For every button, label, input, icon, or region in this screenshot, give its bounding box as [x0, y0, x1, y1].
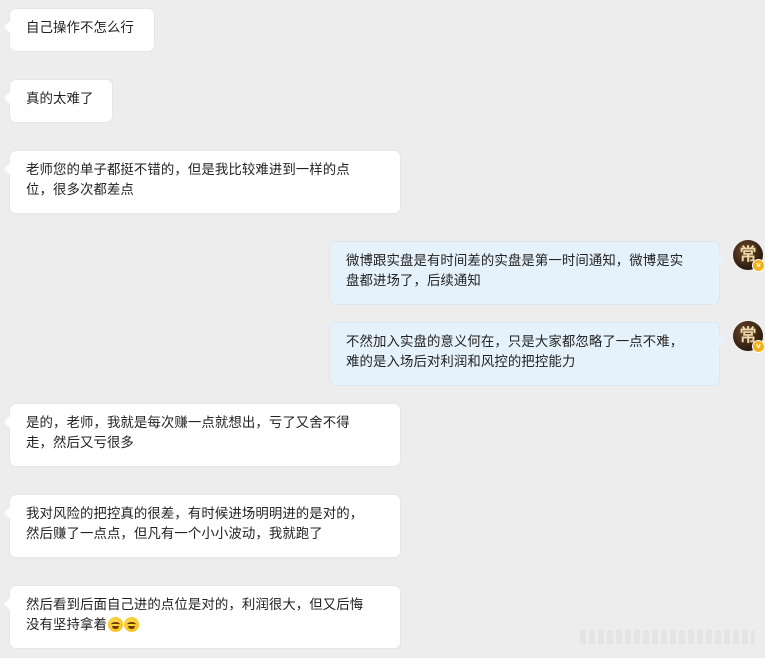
message-text-line: 位，很多次都差点 — [26, 183, 134, 198]
chat-message-incoming: 真的太难了 — [4, 80, 112, 122]
message-text-line: 真的太难了 — [26, 92, 94, 107]
message-text-line: 难的是入场后对利润和风控的把控能力 — [346, 355, 576, 370]
chat-message-outgoing: 不然加入实盘的意义何在，只是大家都忽略了一点不难， 难的是入场后对利润和风控的把… — [330, 323, 725, 385]
message-text-line: 自己操作不怎么行 — [26, 21, 134, 36]
bubble-tail — [4, 92, 10, 104]
message-text-line: 走，然后又亏很多 — [26, 436, 134, 451]
verified-badge-icon: v — [752, 259, 765, 272]
bubble-tail — [4, 507, 10, 519]
message-text-line: 微博跟实盘是有时间差的实盘是第一时间通知，微博是实 — [346, 254, 684, 269]
chat-message-incoming: 是的，老师，我就是每次赚一点就想出，亏了又舍不得 走，然后又亏很多 — [4, 404, 400, 466]
message-text-line-with-emoji: 没有坚持拿着 — [26, 616, 384, 636]
laughing-tears-emoji-icon — [123, 617, 139, 632]
message-text-line: 老师您的单子都挺不错的，但是我比较难进到一样的点 — [26, 163, 350, 178]
bubble-tail — [4, 598, 10, 610]
message-text-line: 我对风险的把控真的很差，有时候进场明明进的是对的， — [26, 507, 364, 522]
chat-message-incoming: 老师您的单子都挺不错的，但是我比较难进到一样的点 位，很多次都差点 — [4, 151, 400, 213]
message-text-line: 不然加入实盘的意义何在，只是大家都忽略了一点不难， — [346, 335, 684, 350]
verified-badge-icon: v — [752, 340, 765, 353]
bubble-tail — [719, 335, 725, 347]
bubble-tail — [4, 416, 10, 428]
chat-message-outgoing: 微博跟实盘是有时间差的实盘是第一时间通知，微博是实 盘都进场了，后续通知 — [330, 242, 725, 304]
laughing-tears-emoji-icon — [107, 617, 123, 632]
chat-message-incoming: 我对风险的把控真的很差，有时候进场明明进的是对的， 然后赚了一点点，但凡有一个小… — [4, 495, 400, 557]
message-text-line: 盘都进场了，后续通知 — [346, 274, 481, 289]
chat-message-incoming: 然后看到后面自己进的点位是对的，利润很大，但又后悔 没有坚持拿着 — [4, 586, 400, 648]
watermark — [580, 630, 755, 644]
bubble-tail — [4, 21, 10, 33]
bubble-tail — [4, 163, 10, 175]
sender-avatar[interactable]: 常 v — [733, 240, 765, 272]
message-text-line: 然后赚了一点点，但凡有一个小小波动，我就跑了 — [26, 527, 323, 542]
message-text-line: 没有坚持拿着 — [26, 618, 107, 633]
sender-avatar[interactable]: 常 v — [733, 321, 765, 353]
bubble-tail — [719, 254, 725, 266]
message-text-line: 是的，老师，我就是每次赚一点就想出，亏了又舍不得 — [26, 416, 350, 431]
message-text-line: 然后看到后面自己进的点位是对的，利润很大，但又后悔 — [26, 598, 364, 613]
chat-message-incoming: 自己操作不怎么行 — [4, 9, 154, 51]
